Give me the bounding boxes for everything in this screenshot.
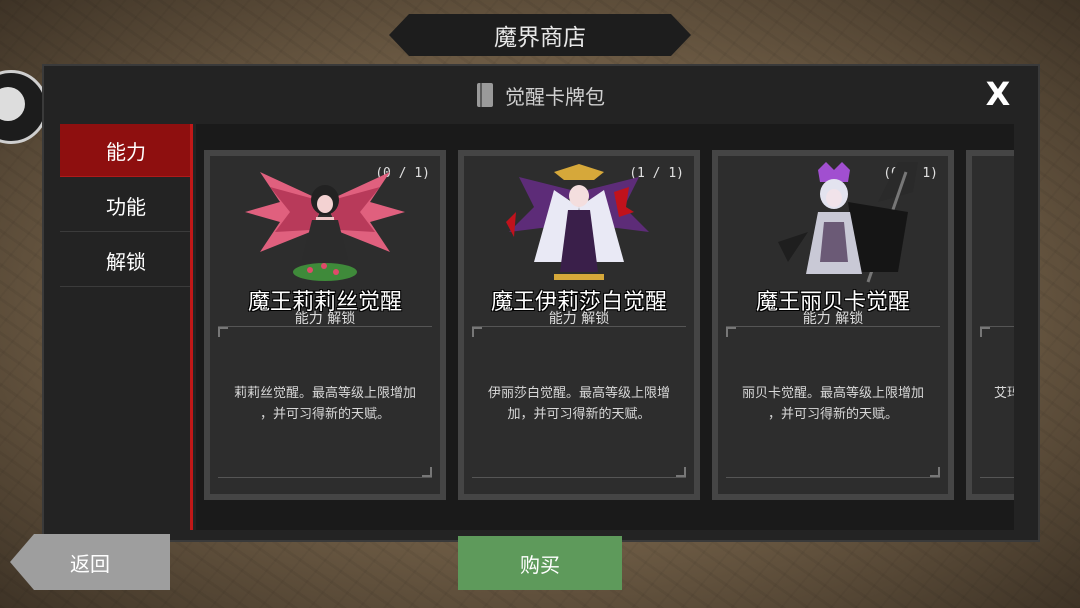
lilith-portrait: [245, 172, 405, 281]
card-subtitle: 能力 解锁: [294, 311, 356, 327]
card-description: 艾玛: [994, 383, 1014, 404]
shop-title-banner: 魔界商店: [389, 14, 691, 56]
cards-carousel: (0 / 1) 魔王莉莉丝觉醒 能力 解锁 莉莉丝觉醒。最高等级上限增加 ，并可…: [196, 124, 1014, 530]
buy-button[interactable]: 购买: [458, 536, 622, 590]
card-subtitle: 能力 解锁: [548, 311, 610, 327]
desc-line: 艾玛: [994, 386, 1014, 401]
card-elizabeth[interactable]: (1 / 1) 魔王伊莉莎白觉醒 能力 解锁 伊丽莎白觉醒。最高等级上限增 加，…: [458, 150, 700, 500]
panel-header: 觉醒卡牌包: [44, 66, 1038, 124]
close-button[interactable]: X: [982, 78, 1014, 110]
tab-label: 功能: [106, 194, 146, 219]
sidebar-divider: [190, 124, 193, 530]
buy-label: 购买: [520, 552, 560, 577]
book-icon: [477, 83, 493, 107]
desc-line: 加，并可习得新的天赋。: [507, 407, 651, 422]
tab-label: 能力: [106, 139, 146, 164]
card-description-box: 伊丽莎白觉醒。最高等级上限增 加，并可习得新的天赋。: [472, 326, 686, 478]
desc-line: ，并可习得新的天赋。: [259, 407, 390, 422]
tab-unlock[interactable]: 解锁: [60, 234, 192, 287]
desc-line: ，并可习得新的天赋。: [767, 407, 898, 422]
card-pack-panel: 觉醒卡牌包 X 能力 功能 解锁 (0 / 1) 魔王莉莉丝觉醒 能力 解锁 莉…: [42, 64, 1040, 542]
rebecca-portrait: [778, 162, 918, 283]
card-lilith[interactable]: (0 / 1) 魔王莉莉丝觉醒 能力 解锁 莉莉丝觉醒。最高等级上限增加 ，并可…: [204, 150, 446, 500]
card-description-box: 莉莉丝觉醒。最高等级上限增加 ，并可习得新的天赋。: [218, 326, 432, 478]
tab-ability[interactable]: 能力: [60, 124, 192, 177]
card-description: 伊丽莎白觉醒。最高等级上限增 加，并可习得新的天赋。: [476, 383, 682, 425]
card-description: 丽贝卡觉醒。最高等级上限增加 ，并可习得新的天赋。: [730, 383, 936, 425]
desc-line: 伊丽莎白觉醒。最高等级上限增: [487, 386, 670, 401]
elizabeth-portrait: [506, 164, 649, 280]
shop-title: 魔界商店: [494, 25, 586, 51]
back-button[interactable]: 返回: [10, 534, 170, 590]
card-subtitle: 能力 解锁: [802, 311, 864, 327]
panel-title: 觉醒卡牌包: [505, 84, 605, 109]
tab-label: 解锁: [106, 249, 146, 274]
desc-line: 丽贝卡觉醒。最高等级上限增加: [741, 386, 924, 401]
desc-line: 莉莉丝觉醒。最高等级上限增加: [233, 386, 416, 401]
card-rebecca[interactable]: (0 / 1) 魔王丽贝卡觉醒 能力 解锁 丽贝卡觉醒。最高等级上限增: [712, 150, 954, 500]
card-description-box: 丽贝卡觉醒。最高等级上限增加 ，并可习得新的天赋。: [726, 326, 940, 478]
card-partial[interactable]: 艾玛: [966, 150, 1014, 500]
tab-function[interactable]: 功能: [60, 179, 192, 232]
category-sidebar: 能力 功能 解锁: [60, 124, 192, 289]
card-description: 莉莉丝觉醒。最高等级上限增加 ，并可习得新的天赋。: [222, 383, 428, 425]
back-label: 返回: [70, 551, 110, 576]
card-description-box: 艾玛: [980, 326, 1014, 478]
